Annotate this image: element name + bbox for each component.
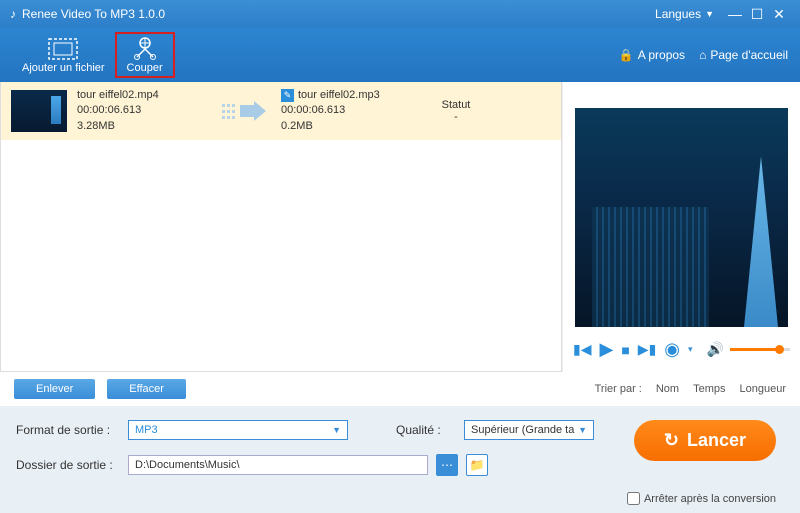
output-folder-field[interactable]: D:\Documents\Music\ [128,455,428,475]
folder-label: Dossier de sortie : [16,458,120,472]
sort-by-length[interactable]: Longueur [740,383,787,395]
title-text: Renee Video To MP3 1.0.0 [22,7,165,21]
titlebar: ♪ Renee Video To MP3 1.0.0 Langues ▼ — ☐… [0,0,800,28]
refresh-icon: ↻ [664,430,679,451]
launch-button[interactable]: ↻ Lancer [634,420,776,461]
quality-label: Qualité : [396,423,456,437]
chevron-down-icon: ▼ [332,425,341,435]
sort-label: Trier par : [595,383,642,395]
quality-dropdown[interactable]: Supérieur (Grande ta ▼ [464,420,594,440]
input-duration: 00:00:06.613 [77,103,207,118]
volume-slider[interactable] [730,348,790,351]
format-value: MP3 [135,424,158,436]
stop-after-checkbox[interactable]: Arrêter après la conversion [627,492,776,505]
stop-after-label: Arrêter après la conversion [644,493,776,505]
input-size: 3.28MB [77,119,207,134]
stop-button[interactable]: ■ [621,342,629,358]
language-dropdown[interactable]: Langues ▼ [655,7,714,21]
file-row[interactable]: tour eiffel02.mp4 00:00:06.613 3.28MB ✎ … [1,82,561,140]
sort-controls: Trier par : Nom Temps Longueur [595,383,786,395]
scissors-icon [129,36,161,62]
add-file-label: Ajouter un fichier [22,62,105,74]
status-column: Statut - [421,99,491,123]
music-note-icon: ♪ [10,7,16,21]
home-link[interactable]: ⌂ Page d'accueil [699,48,788,62]
preview-image [575,108,788,327]
film-icon [47,36,79,62]
snapshot-button[interactable]: ◉ [664,339,680,360]
file-list: tour eiffel02.mp4 00:00:06.613 3.28MB ✎ … [0,82,562,372]
add-file-button[interactable]: Ajouter un fichier [12,34,115,76]
toolbar: Ajouter un fichier Couper 🔒 A propos ⌂ P… [0,28,800,82]
cut-button[interactable]: Couper [115,32,175,78]
input-filename: tour eiffel02.mp4 [77,88,207,103]
input-file-info: tour eiffel02.mp4 00:00:06.613 3.28MB [77,88,207,134]
about-label: A propos [638,48,685,62]
main-area: tour eiffel02.mp4 00:00:06.613 3.28MB ✎ … [0,82,800,372]
chevron-down-icon[interactable]: ▾ [688,344,693,355]
more-button[interactable]: ⋯ [436,454,458,476]
prev-button[interactable]: ▮◀ [573,341,591,358]
format-label: Format de sortie : [16,423,120,437]
clear-button[interactable]: Effacer [107,379,186,399]
close-button[interactable]: ✕ [768,6,790,23]
maximize-button[interactable]: ☐ [746,6,768,23]
list-actions: Enlever Effacer Trier par : Nom Temps Lo… [0,372,800,406]
home-label: Page d'accueil [710,48,788,62]
output-duration: 00:00:06.613 [281,103,411,118]
output-file-info: ✎ tour eiffel02.mp3 00:00:06.613 0.2MB [281,88,411,134]
preview-viewport [575,108,788,327]
chevron-down-icon: ▼ [705,9,714,19]
sort-by-time[interactable]: Temps [693,383,725,395]
browse-folder-button[interactable]: 📁 [466,454,488,476]
cut-label: Couper [127,62,163,74]
arrow-icon [217,101,271,121]
minimize-button[interactable]: — [724,6,746,22]
output-filename: tour eiffel02.mp3 [298,88,380,103]
bottom-panel: Format de sortie : MP3 ▼ Qualité : Supér… [0,406,800,513]
remove-button[interactable]: Enlever [14,379,95,399]
lock-icon: 🔒 [619,48,634,62]
play-button[interactable]: ▶ [599,339,613,360]
about-link[interactable]: 🔒 A propos [619,48,685,62]
format-dropdown[interactable]: MP3 ▼ [128,420,348,440]
edit-icon[interactable]: ✎ [281,89,294,102]
sort-by-name[interactable]: Nom [656,383,679,395]
chevron-down-icon: ▼ [578,425,587,435]
status-header: Statut [421,99,491,111]
output-size: 0.2MB [281,119,411,134]
home-icon: ⌂ [699,48,706,62]
next-button[interactable]: ▶▮ [638,341,656,358]
launch-label: Lancer [687,430,746,451]
preview-panel: ▮◀ ▶ ■ ▶▮ ◉ ▾ 🔊 [562,82,800,372]
stop-after-input[interactable] [627,492,640,505]
player-controls: ▮◀ ▶ ■ ▶▮ ◉ ▾ 🔊 [569,333,794,366]
video-thumbnail [11,90,67,132]
language-label: Langues [655,7,701,21]
volume-control: 🔊 [707,341,790,358]
quality-value: Supérieur (Grande ta [471,424,574,436]
volume-icon[interactable]: 🔊 [707,341,724,358]
app-title: ♪ Renee Video To MP3 1.0.0 [10,7,655,21]
status-value: - [421,111,491,123]
